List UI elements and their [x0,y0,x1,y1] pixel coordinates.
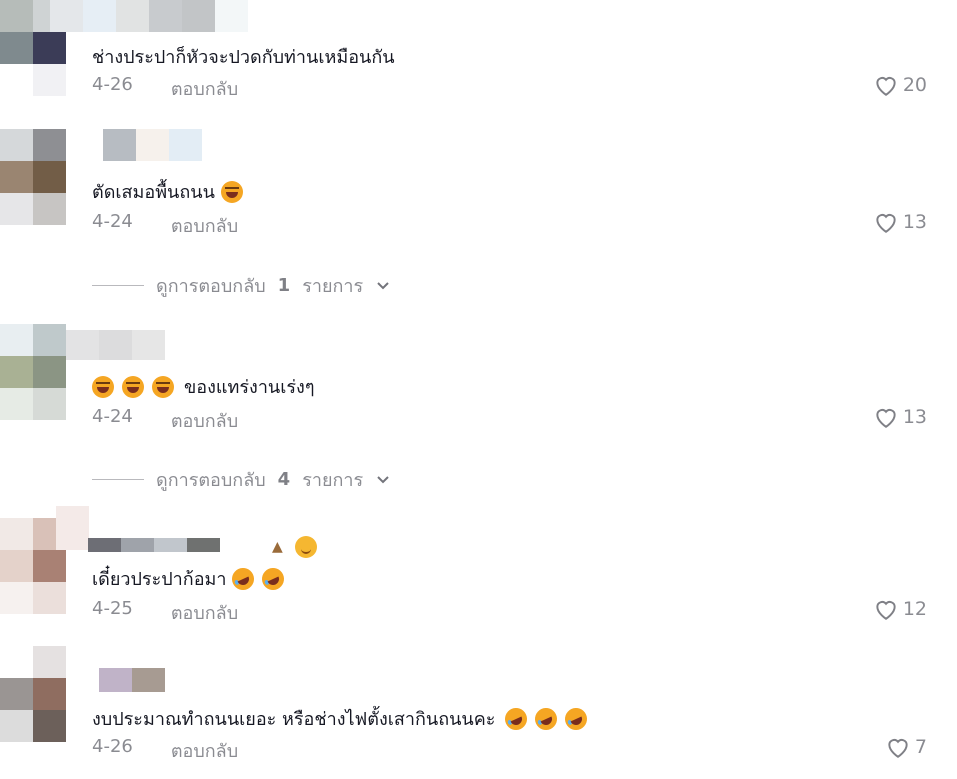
like-count: 20 [902,74,927,96]
username-pixelated[interactable] [66,330,165,360]
comment-meta: 4-25 ตอบกลับ [92,598,238,627]
comment-text: ตัดเสมอพื้นถนน [92,177,243,206]
comment-date: 4-25 [92,598,133,619]
view-replies-button[interactable]: ดูการตอบกลับ 1 รายการ [92,271,391,300]
rolling-laughing-emoji-icon [258,563,289,594]
comment-text: ช่างประปาก็หัวจะปวดกับท่านเหมือนกัน [92,47,395,68]
divider-line [92,479,144,480]
comment-date: 4-26 [92,736,133,757]
like-count: 7 [914,736,927,758]
reply-button[interactable]: ตอบกลับ [171,74,238,103]
comment-text: ของแทร่งานเร่งๆ [92,372,315,401]
username-pixelated[interactable] [56,506,89,550]
comment-text: เดี๋ยวประปาก้อมา [92,563,289,594]
rolling-laughing-emoji-icon [561,703,592,734]
comment-date: 4-24 [92,406,133,427]
avatar[interactable] [0,646,66,742]
heart-icon [876,214,896,233]
chevron-down-icon [377,475,389,483]
comment-item: ▲ เดี๋ยวประปาก้อมา 4-25 ตอบกลับ 12 [0,506,957,626]
rolling-laughing-emoji-icon [531,703,562,734]
divider-line [92,285,144,286]
like-button[interactable]: 12 [873,597,927,621]
avatar[interactable] [0,129,66,225]
username-pixelated[interactable] [66,668,165,692]
like-count: 12 [902,598,927,620]
like-count: 13 [902,406,927,428]
comment-text: งบประมาณทำถนนเยอะ หรือช่างไฟตั้งเสากินถน… [92,703,592,734]
comment-meta: 4-24 ตอบกลับ [92,211,238,240]
username-pixelated[interactable] [70,129,202,161]
username-pixelated[interactable] [50,0,248,32]
username-emojis: ▲ [272,536,317,558]
comment-item: ของแทร่งานเร่งๆ 4-24 ตอบกลับ 13 [0,324,957,444]
username-pixelated[interactable] [88,538,220,552]
comment-meta: 4-26 ตอบกลับ [92,736,238,765]
laughing-emoji-icon [220,180,243,203]
comment-meta: 4-26 ตอบกลับ [92,74,238,103]
comment-item: ช่างประปาก็หัวจะปวดกับท่านเหมือนกัน 4-26… [0,0,957,120]
comment-item: ตัดเสมอพื้นถนน 4-24 ตอบกลับ 13 [0,129,957,249]
smiling-emoji-icon [294,536,317,558]
comment-meta: 4-24 ตอบกลับ [92,406,238,435]
heart-icon [876,601,896,620]
laughing-emoji-icon [92,375,114,398]
comment-date: 4-26 [92,74,133,95]
laughing-emoji-icon [122,375,144,398]
like-button[interactable]: 20 [873,73,927,97]
comment-date: 4-24 [92,211,133,232]
heart-icon [876,409,896,428]
heart-icon [888,739,908,758]
like-count: 13 [902,211,927,233]
reply-button[interactable]: ตอบกลับ [171,406,238,435]
like-button[interactable]: 7 [885,735,927,759]
reply-button[interactable]: ตอบกลับ [171,736,238,765]
comment-item: งบประมาณทำถนนเยอะ หรือช่างไฟตั้งเสากินถน… [0,646,957,766]
avatar[interactable] [0,324,66,420]
rolling-laughing-emoji-icon [501,703,532,734]
chevron-down-icon [377,281,389,289]
reply-button[interactable]: ตอบกลับ [171,598,238,627]
like-button[interactable]: 13 [873,210,927,234]
view-replies-button[interactable]: ดูการตอบกลับ 4 รายการ [92,465,391,494]
heart-icon [876,77,896,96]
reply-button[interactable]: ตอบกลับ [171,211,238,240]
laughing-emoji-icon [152,375,174,398]
like-button[interactable]: 13 [873,405,927,429]
elephant-icon: ▲ [272,539,283,555]
rolling-laughing-emoji-icon [228,563,259,594]
